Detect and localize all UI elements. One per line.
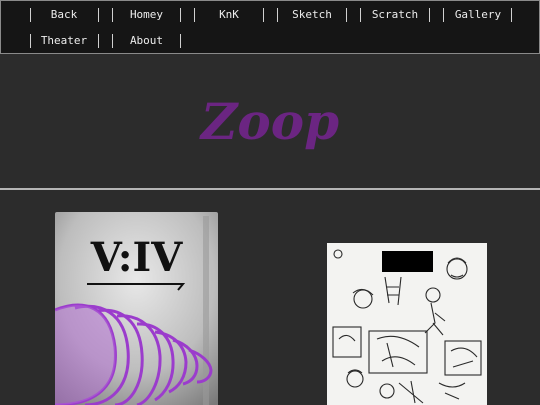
nav-separator: [98, 34, 99, 48]
nav-separator: [360, 8, 361, 22]
top-navigation: Back Homey KnK Sketch Scratch Gallery Th…: [0, 0, 540, 54]
gallery-item-sketch[interactable]: [327, 243, 487, 405]
nav-link-scratch[interactable]: Scratch: [367, 6, 423, 24]
nav-separator: [277, 8, 278, 22]
sketch-page-image: [327, 243, 487, 405]
nav-separator: [30, 8, 31, 22]
nav-separator: [194, 8, 195, 22]
nav-link-sketch[interactable]: Sketch: [284, 6, 340, 24]
nav-link-about[interactable]: About: [119, 32, 174, 50]
nav-separator: [180, 34, 181, 48]
nav-link-theater[interactable]: Theater: [37, 32, 91, 50]
nav-link-back[interactable]: Back: [37, 6, 91, 24]
nav-separator: [346, 8, 347, 22]
nav-separator: [263, 8, 264, 22]
nav-link-gallery[interactable]: Gallery: [450, 6, 506, 24]
nav-separator: [112, 8, 113, 22]
nav-separator: [429, 8, 430, 22]
nav-link-knk[interactable]: KnK: [201, 6, 257, 24]
nav-separator: [30, 34, 31, 48]
nav-separator: [511, 8, 512, 22]
cover-title: V:IV: [90, 234, 183, 281]
nav-link-homey[interactable]: Homey: [119, 6, 174, 24]
nav-separator: [443, 8, 444, 22]
nav-separator: [98, 8, 99, 22]
underline-arrow-icon: [87, 283, 186, 291]
nav-separator: [180, 8, 181, 22]
nav-separator: [112, 34, 113, 48]
gallery-item-cover[interactable]: V:IV: [55, 212, 218, 405]
page-title: Zoop: [200, 92, 340, 151]
